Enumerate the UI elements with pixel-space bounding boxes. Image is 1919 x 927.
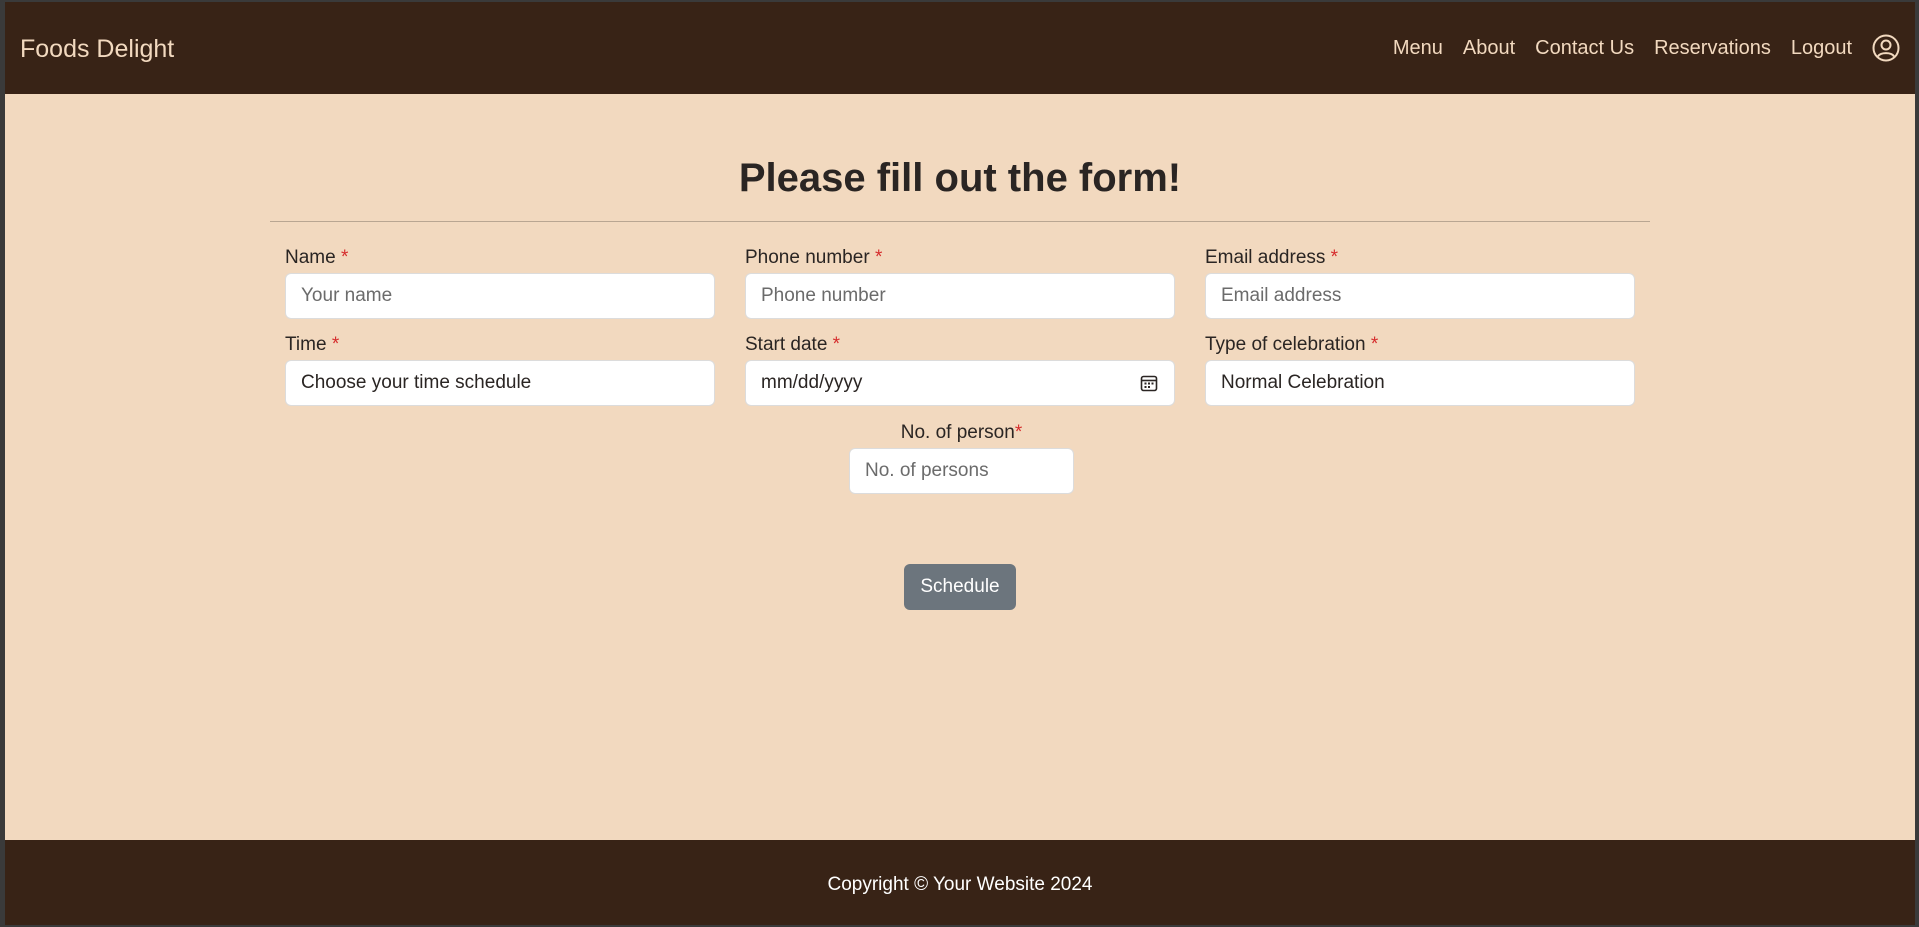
page: Foods Delight Menu About Contact Us Rese… xyxy=(5,2,1915,925)
divider xyxy=(270,221,1650,222)
page-title: Please fill out the form! xyxy=(738,156,1182,200)
start-date-input[interactable]: mm/dd/yyyy xyxy=(745,360,1175,406)
phone-field-group: Phone number * xyxy=(745,245,1175,319)
time-field-group: Time * Choose your time schedule xyxy=(285,332,715,406)
nav-links: Menu About Contact Us Reservations Logou… xyxy=(1393,2,1900,94)
email-label: Email address * xyxy=(1205,247,1339,268)
persons-label: No. of person* xyxy=(900,422,1023,443)
required-mark: * xyxy=(832,334,841,355)
celebration-select[interactable]: Normal Celebration xyxy=(1205,360,1635,406)
footer: Copyright © Your Website 2024 xyxy=(5,840,1915,925)
persons-input[interactable] xyxy=(849,448,1074,494)
celebration-label: Type of celebration * xyxy=(1205,334,1379,355)
celebration-field-group: Type of celebration * Normal Celebration xyxy=(1205,332,1635,406)
nav-link-logout[interactable]: Logout xyxy=(1791,37,1852,60)
footer-copyright: Copyright © Your Website 2024 xyxy=(827,874,1093,895)
time-select[interactable]: Choose your time schedule xyxy=(285,360,715,406)
user-circle-icon[interactable] xyxy=(1872,34,1900,62)
start-date-value: mm/dd/yyyy xyxy=(761,372,863,393)
persons-field-group: No. of person* xyxy=(849,420,1074,494)
nav-link-contact-us[interactable]: Contact Us xyxy=(1535,37,1634,60)
time-label: Time * xyxy=(285,334,340,355)
nav-link-reservations[interactable]: Reservations xyxy=(1654,37,1771,60)
name-label: Name * xyxy=(285,247,349,268)
schedule-button[interactable]: Schedule xyxy=(904,564,1016,610)
calendar-icon[interactable] xyxy=(1139,373,1159,393)
start-date-label: Start date * xyxy=(745,334,841,355)
celebration-select-value: Normal Celebration xyxy=(1221,372,1385,393)
required-mark: * xyxy=(331,334,340,355)
phone-label: Phone number * xyxy=(745,247,883,268)
phone-input[interactable] xyxy=(745,273,1175,319)
brand-logo[interactable]: Foods Delight xyxy=(20,2,174,94)
required-mark: * xyxy=(1330,247,1339,268)
name-field-group: Name * xyxy=(285,245,715,319)
start-date-field-group: Start date * mm/dd/yyyy xyxy=(745,332,1175,406)
email-input[interactable] xyxy=(1205,273,1635,319)
time-select-value: Choose your time schedule xyxy=(301,372,532,393)
navbar: Foods Delight Menu About Contact Us Rese… xyxy=(5,2,1915,94)
name-input[interactable] xyxy=(285,273,715,319)
required-mark: * xyxy=(874,247,883,268)
nav-link-about[interactable]: About xyxy=(1463,37,1515,60)
required-mark: * xyxy=(1014,422,1023,443)
required-mark: * xyxy=(340,247,349,268)
required-mark: * xyxy=(1370,334,1379,355)
email-field-group: Email address * xyxy=(1205,245,1635,319)
nav-link-menu[interactable]: Menu xyxy=(1393,37,1443,60)
